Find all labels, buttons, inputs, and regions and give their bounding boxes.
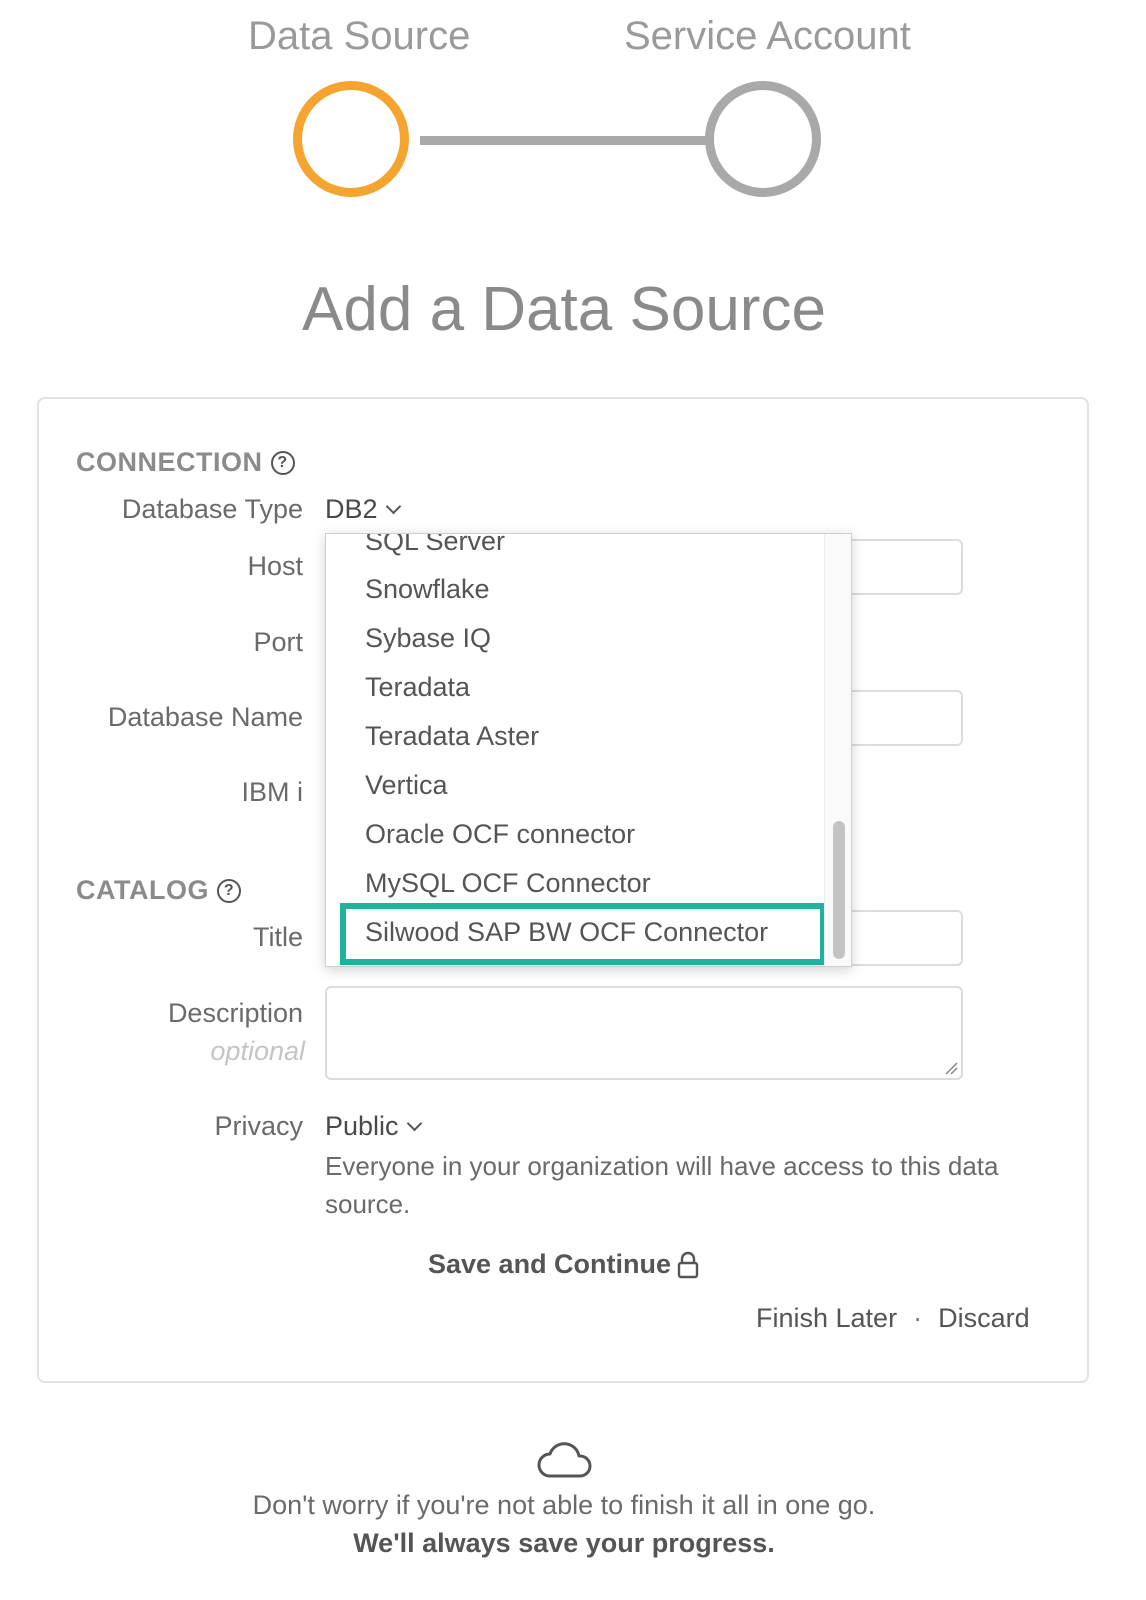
- privacy-label: Privacy: [214, 1111, 303, 1141]
- resize-handle-icon[interactable]: [944, 1061, 958, 1075]
- connection-heading-label: CONNECTION: [76, 447, 263, 477]
- dropdown-option[interactable]: MySQL OCF Connector: [365, 868, 651, 899]
- ibm-i-label: IBM i: [241, 777, 303, 807]
- title-label: Title: [252, 922, 303, 952]
- save-button-label: Save and Continue: [428, 1249, 672, 1279]
- database-type-dropdown[interactable]: SQL Server Snowflake Sybase IQ Teradata …: [325, 533, 852, 967]
- step-label-data-source: Data Source: [248, 14, 471, 58]
- dropdown-option[interactable]: Teradata: [365, 672, 470, 703]
- chevron-down-icon: [385, 498, 401, 515]
- footer-note-line2: We'll always save your progress.: [353, 1528, 775, 1558]
- lock-icon: [677, 1251, 699, 1278]
- database-type-select[interactable]: DB2: [325, 494, 401, 525]
- host-label: Host: [247, 551, 303, 581]
- page-title: Add a Data Source: [302, 275, 826, 344]
- separator-dot: ·: [913, 1303, 923, 1333]
- privacy-help-text: Everyone in your organization will have …: [325, 1151, 999, 1219]
- connection-heading: CONNECTION ?: [76, 447, 295, 478]
- database-type-label: Database Type: [121, 494, 303, 524]
- description-optional-hint: optional: [210, 1036, 305, 1066]
- highlight-box: [340, 903, 826, 965]
- port-label: Port: [253, 627, 303, 657]
- catalog-heading: CATALOG ?: [76, 875, 241, 906]
- dropdown-option[interactable]: Oracle OCF connector: [365, 819, 635, 850]
- database-type-value: DB2: [325, 494, 378, 524]
- catalog-heading-label: CATALOG: [76, 875, 209, 905]
- privacy-select[interactable]: Public: [325, 1111, 422, 1142]
- step-circle-service-account[interactable]: [705, 81, 821, 197]
- footer-note-line1: Don't worry if you're not able to finish…: [252, 1490, 876, 1520]
- dropdown-option[interactable]: Vertica: [365, 770, 448, 801]
- secondary-actions: Finish Later · Discard: [756, 1303, 1030, 1334]
- chevron-down-icon: [406, 1115, 422, 1132]
- step-label-service-account: Service Account: [624, 14, 911, 58]
- discard-link[interactable]: Discard: [938, 1303, 1030, 1334]
- finish-later-link[interactable]: Finish Later: [756, 1303, 897, 1334]
- privacy-value: Public: [325, 1111, 399, 1141]
- dropdown-option[interactable]: SQL Server: [365, 534, 505, 557]
- help-icon[interactable]: ?: [216, 878, 241, 903]
- dropdown-option[interactable]: Teradata Aster: [365, 721, 539, 752]
- dropdown-option[interactable]: Snowflake: [365, 574, 490, 605]
- dropdown-option[interactable]: Sybase IQ: [365, 623, 491, 654]
- cloud-icon: [537, 1442, 592, 1478]
- dropdown-scrollbar-thumb[interactable]: [833, 821, 845, 959]
- description-label: Description: [167, 998, 303, 1028]
- save-and-continue-button[interactable]: Save and Continue: [428, 1249, 699, 1280]
- step-circle-data-source[interactable]: [293, 81, 409, 197]
- description-textarea[interactable]: [325, 986, 963, 1080]
- database-name-label: Database Name: [107, 702, 303, 732]
- stepper-connector: [420, 136, 710, 145]
- help-icon[interactable]: ?: [270, 450, 295, 475]
